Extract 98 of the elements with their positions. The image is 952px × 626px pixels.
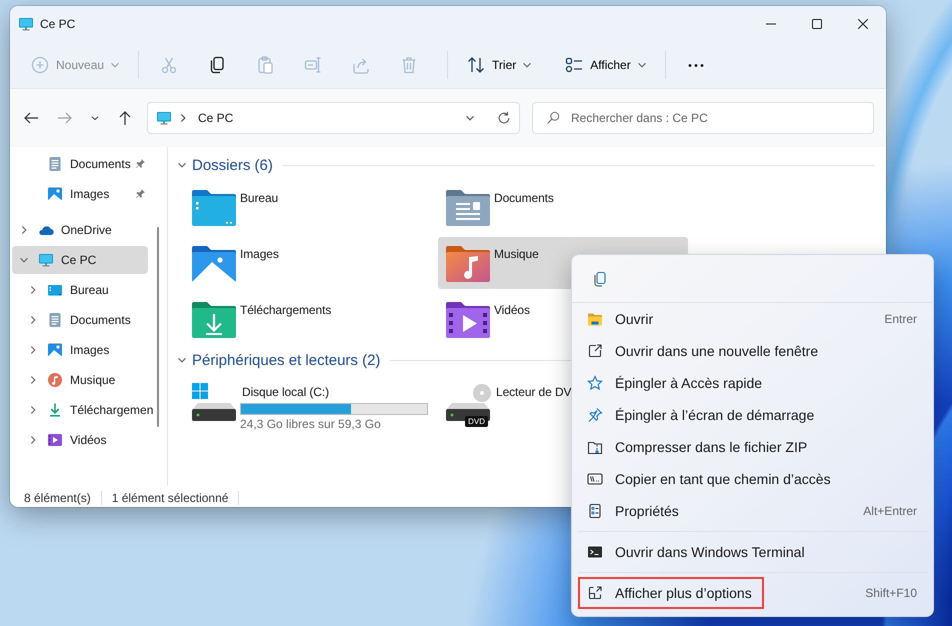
sidebar-item[interactable]: Images: [12, 336, 148, 364]
desktop-icon: [47, 282, 63, 298]
section-heading: Périphériques et lecteurs (2): [192, 352, 380, 368]
chevron-right-icon: [19, 225, 29, 235]
menu-item[interactable]: Épingler à l’écran de démarrage: [572, 399, 933, 431]
chevron-right-icon: [28, 375, 38, 385]
arrow-up-icon: [117, 110, 133, 126]
picture-icon: [47, 342, 63, 358]
refresh-icon: [497, 111, 511, 125]
keyboard-shortcut: Shift+F10: [865, 586, 917, 600]
folder-icon: [587, 311, 603, 327]
sidebar-item[interactable]: Vidéos: [12, 426, 148, 454]
chevron-down-icon: [522, 60, 532, 70]
terminal-icon: [587, 544, 603, 560]
sort-button[interactable]: Trier: [458, 47, 540, 83]
selection-count: 1 élément sélectionné: [112, 490, 228, 504]
menu-item[interactable]: Ouvrir Entrer: [572, 303, 933, 335]
pin-icon: [134, 188, 146, 200]
download-icon: [47, 402, 63, 418]
chevron-down-icon: [177, 355, 187, 365]
keyboard-shortcut: Alt+Entrer: [863, 504, 917, 518]
chevron-down-icon: [636, 60, 647, 70]
menu-item[interactable]: Ouvrir dans une nouvelle fenêtre: [572, 335, 933, 367]
monitor-icon: [18, 16, 34, 32]
videos-folder-icon: [444, 300, 492, 340]
item-count: 8 élément(s): [24, 490, 91, 504]
properties-icon: [587, 503, 603, 519]
optical-drive-icon: [444, 383, 492, 423]
document-icon: [47, 312, 63, 328]
arrow-left-icon: [23, 110, 39, 126]
folder-item[interactable]: Téléchargements: [184, 293, 434, 345]
folder-item[interactable]: Images: [184, 237, 434, 289]
chevron-down-icon: [465, 113, 475, 123]
chevron-down-icon: [19, 255, 29, 265]
arrow-right-icon: [57, 110, 73, 126]
chevron-right-icon: [28, 285, 38, 295]
dvd-label: DVD: [465, 416, 488, 427]
sort-icon: [466, 55, 486, 75]
sidebar-item[interactable]: Ce PC: [12, 246, 148, 274]
monitor-icon: [38, 252, 54, 268]
sidebar-item[interactable]: Bureau: [12, 276, 148, 304]
close-icon: [858, 19, 868, 29]
chevron-down-icon: [110, 60, 120, 70]
pin-icon: [587, 407, 603, 423]
folder-item[interactable]: Bureau: [184, 181, 434, 233]
sidebar-item[interactable]: Images: [12, 180, 148, 208]
desktop-folder-icon: [190, 188, 238, 228]
zip-folder-icon: [587, 439, 603, 455]
chevron-down-icon: [177, 160, 187, 170]
chevron-right-icon: [178, 113, 188, 123]
music-note-icon: [47, 372, 63, 388]
pictures-folder-icon: [190, 244, 238, 284]
star-icon: [587, 375, 603, 391]
window-title: Ce PC: [40, 17, 76, 31]
chevron-right-icon: [28, 435, 38, 445]
pin-icon: [134, 158, 146, 170]
section-heading: Dossiers (6): [192, 156, 273, 174]
menu-item[interactable]: Propriétés Alt+Entrer: [572, 495, 933, 527]
address-bar[interactable]: Ce PC: [147, 102, 520, 134]
document-icon: [47, 156, 63, 172]
documents-folder-icon: [444, 188, 492, 228]
menu-item[interactable]: Ouvrir dans Windows Terminal: [572, 536, 933, 568]
hard-drive-icon: [190, 383, 238, 423]
free-space-text: 24,3 Go libres sur 59,3 Go: [240, 417, 382, 431]
maximize-icon: [812, 19, 822, 29]
menu-item[interactable]: Compresser dans le fichier ZIP: [572, 431, 933, 463]
expand-icon: [587, 585, 603, 601]
new-window-icon: [587, 343, 603, 359]
downloads-folder-icon: [190, 300, 238, 340]
folder-item[interactable]: Documents: [438, 181, 688, 233]
drive-name: Lecteur de DV: [496, 385, 572, 399]
more-icon: [688, 64, 704, 66]
drive-name: Disque local (C:): [242, 385, 330, 399]
keyboard-shortcut: Entrer: [884, 312, 917, 326]
sidebar-item[interactable]: Téléchargemen: [12, 396, 154, 424]
search-field[interactable]: Rechercher dans : Ce PC: [532, 102, 874, 134]
view-icon: [564, 55, 584, 75]
sidebar-item[interactable]: OneDrive: [12, 216, 148, 244]
drive-item[interactable]: Disque local (C:) 24,3 Go libres sur 59,3 Go: [184, 376, 434, 432]
chevron-right-icon: [28, 405, 38, 415]
chevron-right-icon: [28, 315, 38, 325]
plus-icon: [30, 55, 50, 75]
search-icon: [546, 111, 560, 125]
rename-icon: [303, 55, 324, 75]
menu-item[interactable]: Épingler à Accès rapide: [572, 367, 933, 399]
view-button[interactable]: Afficher: [556, 47, 655, 83]
sidebar-item[interactable]: Documents: [12, 150, 148, 178]
scrollbar[interactable]: [157, 227, 159, 427]
path-icon: [587, 471, 603, 487]
monitor-icon: [156, 110, 172, 126]
video-icon: [47, 432, 63, 448]
chevron-right-icon: [28, 345, 38, 355]
music-folder-icon: [444, 244, 492, 284]
picture-icon: [47, 186, 63, 202]
menu-item[interactable]: Copier en tant que chemin d’accès: [572, 463, 933, 495]
copy-icon: [592, 270, 608, 286]
sidebar-item[interactable]: Documents: [12, 306, 148, 334]
sidebar-item[interactable]: Musique: [12, 366, 148, 394]
